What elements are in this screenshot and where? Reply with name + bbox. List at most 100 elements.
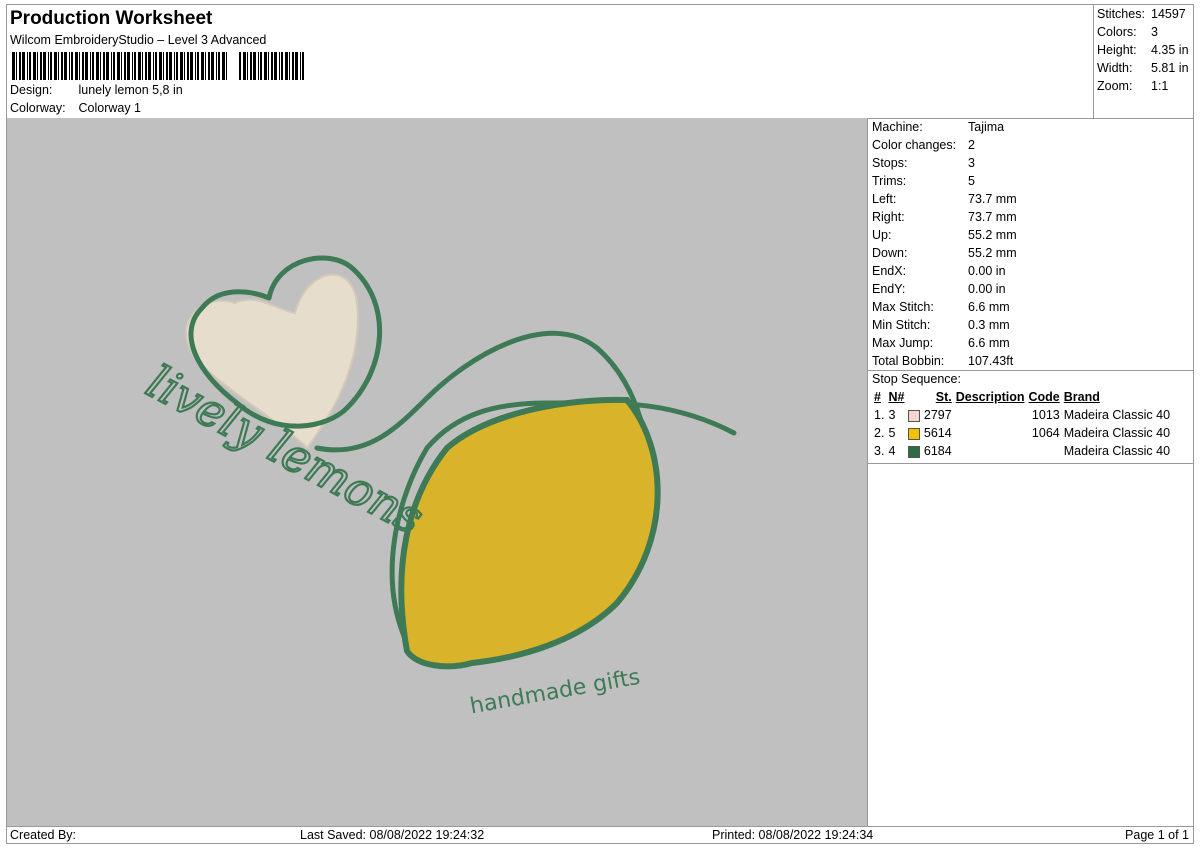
row-stitch-count: 5614	[923, 426, 952, 440]
barcode-bar	[258, 52, 259, 80]
info-label: Stops:	[872, 156, 908, 170]
info-label: Min Stitch:	[872, 318, 931, 332]
summary-value: 5.81 in	[1151, 61, 1189, 75]
barcode-bar	[134, 52, 136, 80]
barcode-bar	[50, 52, 52, 80]
design-row: Design: lunely lemon 5,8 in	[10, 83, 183, 97]
row-needle: 4	[888, 444, 896, 458]
barcode-bar	[243, 52, 246, 80]
col-description: Description	[955, 390, 1025, 404]
barcode-bar	[19, 52, 21, 80]
design-preview: lively lemons handmade gifts	[7, 118, 868, 826]
info-value: 6.6 mm	[968, 336, 1010, 350]
barcode-bar	[96, 52, 99, 80]
barcode-bar	[16, 52, 17, 80]
info-label: Left:	[872, 192, 897, 206]
barcode-bar	[279, 52, 280, 80]
row-stitch-count: 2797	[923, 408, 952, 422]
info-value: 0.00 in	[968, 264, 1006, 278]
info-label: Up:	[872, 228, 892, 242]
summary-value: 14597	[1151, 7, 1186, 21]
info-row: Total Bobbin: 107.43ft	[868, 352, 1193, 370]
page-title: Production Worksheet	[10, 8, 213, 29]
info-row: Color changes: 2	[868, 136, 1193, 154]
row-stitches: 2797	[906, 406, 953, 424]
barcode-bar	[239, 52, 241, 80]
summary-row: Zoom: 1:1	[1094, 77, 1194, 95]
color-swatch	[908, 427, 921, 440]
summary-label: Height:	[1097, 43, 1137, 57]
barcode-bar	[92, 52, 94, 80]
barcode-bar	[69, 52, 70, 80]
barcode-bar	[268, 52, 269, 80]
color-swatch	[908, 445, 921, 458]
machine-info: Machine: Tajima Color changes: 2 Stops: 3 Trim…	[868, 118, 1193, 370]
barcode-bar	[163, 52, 164, 80]
summary-row: Stitches: 14597	[1094, 5, 1194, 23]
barcode-bar	[187, 52, 189, 80]
summary-label: Colors:	[1097, 25, 1137, 39]
row-brand: Madeira Classic 40	[1063, 426, 1171, 440]
barcode-bar	[82, 52, 84, 80]
barcode-bar	[281, 52, 283, 80]
info-label: Right:	[872, 210, 905, 224]
barcode-bar	[169, 52, 172, 80]
row-description	[954, 442, 1027, 460]
barcode-bar	[174, 52, 175, 80]
barcode-bar	[205, 52, 206, 80]
tagline: handmade gifts	[468, 665, 642, 720]
barcode-bar	[148, 52, 151, 80]
info-row: Up: 55.2 mm	[868, 226, 1193, 244]
barcode-bar	[132, 52, 133, 80]
last-saved: Last Saved: 08/08/2022 19:24:32	[300, 828, 485, 842]
barcode-bar	[43, 52, 46, 80]
summary-label: Zoom:	[1097, 79, 1133, 93]
info-label: EndY:	[872, 282, 906, 296]
footer: Created By: Last Saved: 08/08/2022 19:24…	[7, 826, 1193, 844]
barcode-bar	[106, 52, 109, 80]
design-value: lunely lemon 5,8 in	[78, 83, 183, 97]
barcode-bar	[184, 52, 185, 80]
barcode-bar	[33, 52, 36, 80]
summary-row: Colors: 3	[1094, 23, 1194, 41]
info-row: Trims: 5	[868, 172, 1193, 190]
table-row: 3. 4 6184 Madeira Classic 40	[872, 442, 1172, 460]
summary-label: Stitches:	[1097, 7, 1145, 21]
barcode-bar	[61, 52, 63, 80]
stop-sequence: Stop Sequence: # N# St. Description Code…	[868, 370, 1193, 464]
row-stitches: 5614	[906, 424, 953, 442]
info-label: Machine:	[872, 120, 923, 134]
details-panel: Machine: Tajima Color changes: 2 Stops: 3 Trim…	[868, 118, 1193, 826]
info-value: 73.7 mm	[968, 210, 1017, 224]
row-index: 3.	[874, 444, 885, 458]
barcode-bar	[295, 52, 298, 80]
row-description	[954, 424, 1027, 442]
barcode-bar	[29, 52, 31, 80]
row-needle: 5	[888, 426, 896, 440]
barcode-bar	[113, 52, 115, 80]
barcode-bar	[274, 52, 277, 80]
info-value: 3	[968, 156, 975, 170]
info-row: Max Stitch: 6.6 mm	[868, 298, 1193, 316]
summary-row: Height: 4.35 in	[1094, 41, 1194, 59]
info-value: 0.3 mm	[968, 318, 1010, 332]
row-brand: Madeira Classic 40	[1063, 408, 1171, 422]
header: Production Worksheet Wilcom EmbroiderySt…	[7, 5, 1093, 119]
col-n: N#	[888, 390, 905, 404]
barcode-bar	[208, 52, 210, 80]
barcode-bar	[197, 52, 199, 80]
barcode-bar	[289, 52, 290, 80]
info-row: EndX: 0.00 in	[868, 262, 1193, 280]
barcode-bar	[100, 52, 101, 80]
barcode-bar	[253, 52, 256, 80]
barcode-bar	[211, 52, 214, 80]
software-name: Wilcom EmbroideryStudio – Level 3 Advanc…	[10, 33, 267, 47]
barcode-bar	[260, 52, 262, 80]
row-stitch-count: 6184	[923, 444, 952, 458]
summary-value: 3	[1151, 25, 1158, 39]
table-row: 1. 3 2797 1013 Madeira Classic 40	[872, 406, 1172, 424]
barcode-bar	[195, 52, 196, 80]
info-row: EndY: 0.00 in	[868, 280, 1193, 298]
info-value: 73.7 mm	[968, 192, 1017, 206]
barcode-bar	[75, 52, 78, 80]
